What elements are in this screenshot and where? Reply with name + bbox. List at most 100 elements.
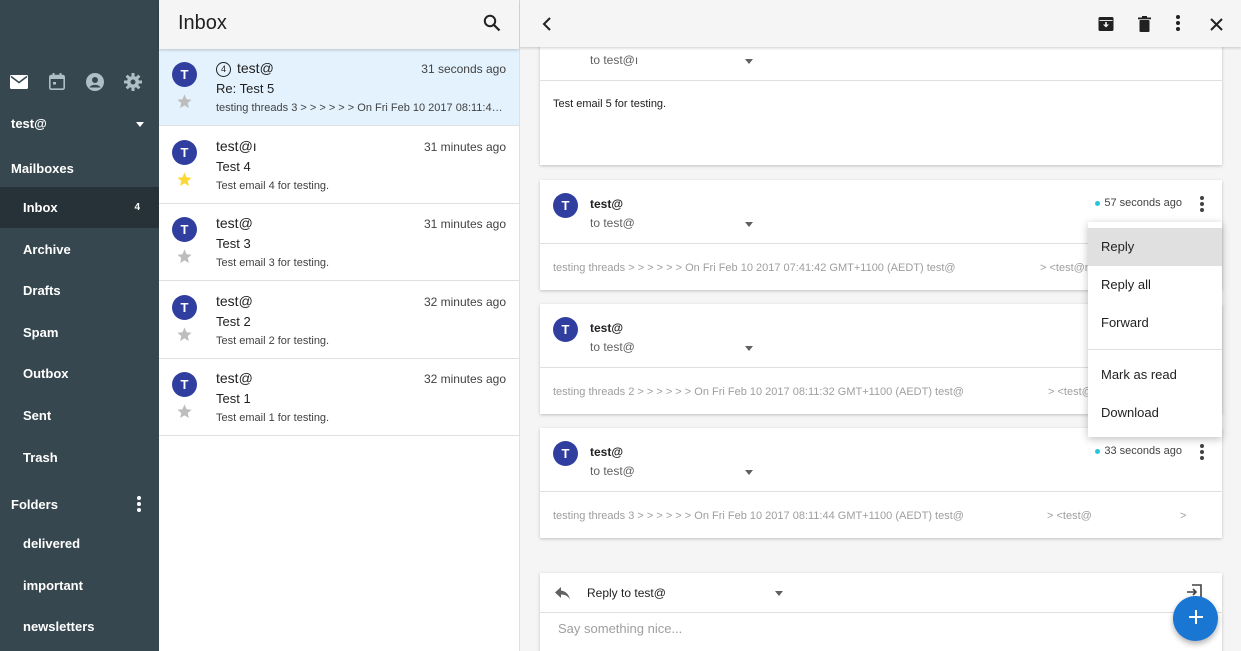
menu-divider [1088, 349, 1222, 350]
calendar-icon[interactable] [47, 72, 66, 91]
email-snippet-tail: > [1180, 510, 1187, 522]
plus-icon [1188, 610, 1203, 627]
avatar: T [553, 317, 578, 342]
unread-count-badge: 4 [134, 202, 140, 213]
mailboxes-title: Mailboxes [11, 161, 74, 176]
chevron-down-icon[interactable] [745, 346, 753, 351]
chevron-down-icon[interactable] [775, 591, 783, 596]
mail-icon[interactable] [9, 72, 28, 91]
email-sender: test@ [590, 445, 624, 459]
email-recipient: to test@ [590, 216, 635, 230]
card-divider [540, 80, 1222, 81]
reply-recipient[interactable]: Reply to test@ [587, 586, 666, 600]
chevron-down-icon[interactable] [745, 222, 753, 227]
email-body: Test email 5 for testing. [553, 98, 667, 110]
contacts-icon[interactable] [85, 72, 104, 91]
search-icon[interactable] [483, 14, 501, 32]
email-snippet-tail: > <test@n [1040, 262, 1091, 274]
chevron-down-icon[interactable] [745, 59, 753, 64]
sidebar-item-trash[interactable]: Trash [0, 437, 159, 478]
thread-count-badge: 4 [216, 62, 231, 77]
email-recipient: to test@ [590, 340, 635, 354]
card-divider [540, 491, 1222, 492]
sidebar-item-drafts[interactable]: Drafts [0, 270, 159, 311]
menu-item-download[interactable]: Download [1088, 394, 1222, 432]
sidebar-item-sent[interactable]: Sent [0, 395, 159, 436]
chevron-down-icon[interactable] [745, 470, 753, 475]
sidebar-item-inbox[interactable]: Inbox 4 [0, 187, 159, 228]
sidebar-item-label: Drafts [23, 283, 61, 298]
sidebar-item-label: Spam [23, 325, 59, 340]
menu-item-reply-all[interactable]: Reply all [1088, 266, 1222, 304]
message-preview: testing threads 3 > > > > > > On Fri Feb… [216, 102, 508, 114]
email-snippet: testing threads 2 > > > > > > On Fri Feb… [553, 386, 964, 398]
avatar: T [553, 441, 578, 466]
message-preview: Test email 4 for testing. [216, 180, 330, 192]
sidebar-item-delivered[interactable]: delivered [0, 523, 159, 564]
star-icon[interactable] [176, 171, 193, 188]
reply-input[interactable] [558, 621, 1158, 636]
menu-item-reply[interactable]: Reply [1088, 228, 1222, 266]
sidebar-item-newsletters[interactable]: newsletters [0, 606, 159, 647]
menu-item-mark-as-read[interactable]: Mark as read [1088, 356, 1222, 394]
back-icon[interactable] [537, 14, 557, 34]
star-icon[interactable] [176, 93, 193, 110]
gear-icon[interactable] [123, 72, 142, 91]
menu-item-forward[interactable]: Forward [1088, 304, 1222, 342]
close-icon[interactable] [1206, 14, 1226, 34]
sidebar-item-label: Trash [23, 450, 58, 465]
message-sender: test@ [216, 215, 253, 231]
message-subject: Test 3 [216, 236, 251, 251]
avatar: T [172, 217, 197, 242]
list-header: Inbox [159, 0, 519, 49]
reply-composer: Reply to test@ [540, 573, 1222, 651]
avatar: T [172, 295, 197, 320]
unread-dot [1095, 201, 1100, 206]
folders-more-icon[interactable] [137, 496, 141, 514]
account-name: test@ [11, 116, 47, 131]
avatar: T [172, 372, 197, 397]
message-subject: Test 1 [216, 391, 251, 406]
message-preview: Test email 3 for testing. [216, 257, 330, 269]
star-icon[interactable] [176, 326, 193, 343]
more-icon[interactable] [1168, 14, 1188, 34]
message-sender: test@ [216, 370, 253, 386]
email-snippet-tail: > <test@ [1047, 510, 1092, 522]
message-subject: Test 4 [216, 159, 251, 174]
sidebar-item-outbox[interactable]: Outbox [0, 353, 159, 394]
sidebar-item-label: Sent [23, 408, 52, 423]
list-item[interactable]: T test@ 32 minutes ago Test 2 Test email… [159, 282, 519, 359]
message-subject: Re: Test 5 [216, 81, 275, 96]
page-title: Inbox [178, 12, 227, 34]
more-icon[interactable] [1200, 196, 1204, 214]
sidebar-item-label: Outbox [23, 366, 69, 381]
sidebar-item-spam[interactable]: Spam [0, 312, 159, 353]
list-item[interactable]: T test@ 32 minutes ago Test 1 Test email… [159, 359, 519, 436]
more-icon[interactable] [1200, 444, 1204, 462]
sidebar-item-archive[interactable]: Archive [0, 229, 159, 270]
email-card[interactable]: T test@ to test@ 33 seconds ago testing … [540, 428, 1222, 538]
sidebar-item-label: Inbox [23, 200, 58, 215]
message-subject: Test 2 [216, 314, 251, 329]
reply-divider [540, 612, 1222, 613]
message-sender: test@ [216, 293, 253, 309]
message-sender: test@ı [216, 138, 257, 154]
email-snippet: testing threads > > > > > > On Fri Feb 1… [553, 262, 956, 274]
account-selector[interactable]: test@ [11, 116, 147, 131]
star-icon[interactable] [176, 403, 193, 420]
message-preview: Test email 1 for testing. [216, 412, 330, 424]
message-context-menu: Reply Reply all Forward Mark as read Dow… [1088, 222, 1222, 437]
email-time: 33 seconds ago [1104, 445, 1182, 457]
star-icon[interactable] [176, 248, 193, 265]
message-sender: test@ [237, 60, 274, 76]
list-item[interactable]: T 4 test@ 31 seconds ago Re: Test 5 testi… [159, 49, 519, 126]
reply-icon[interactable] [554, 585, 572, 603]
list-item[interactable]: T test@ı 31 minutes ago Test 4 Test emai… [159, 127, 519, 204]
trash-icon[interactable] [1134, 14, 1154, 34]
archive-icon[interactable] [1096, 14, 1116, 34]
email-snippet: testing threads 3 > > > > > > On Fri Feb… [553, 510, 964, 522]
list-item[interactable]: T test@ 31 minutes ago Test 3 Test email… [159, 204, 519, 281]
compose-button[interactable] [1173, 596, 1218, 641]
message-time: 31 seconds ago [421, 62, 506, 76]
sidebar-item-important[interactable]: important [0, 565, 159, 606]
